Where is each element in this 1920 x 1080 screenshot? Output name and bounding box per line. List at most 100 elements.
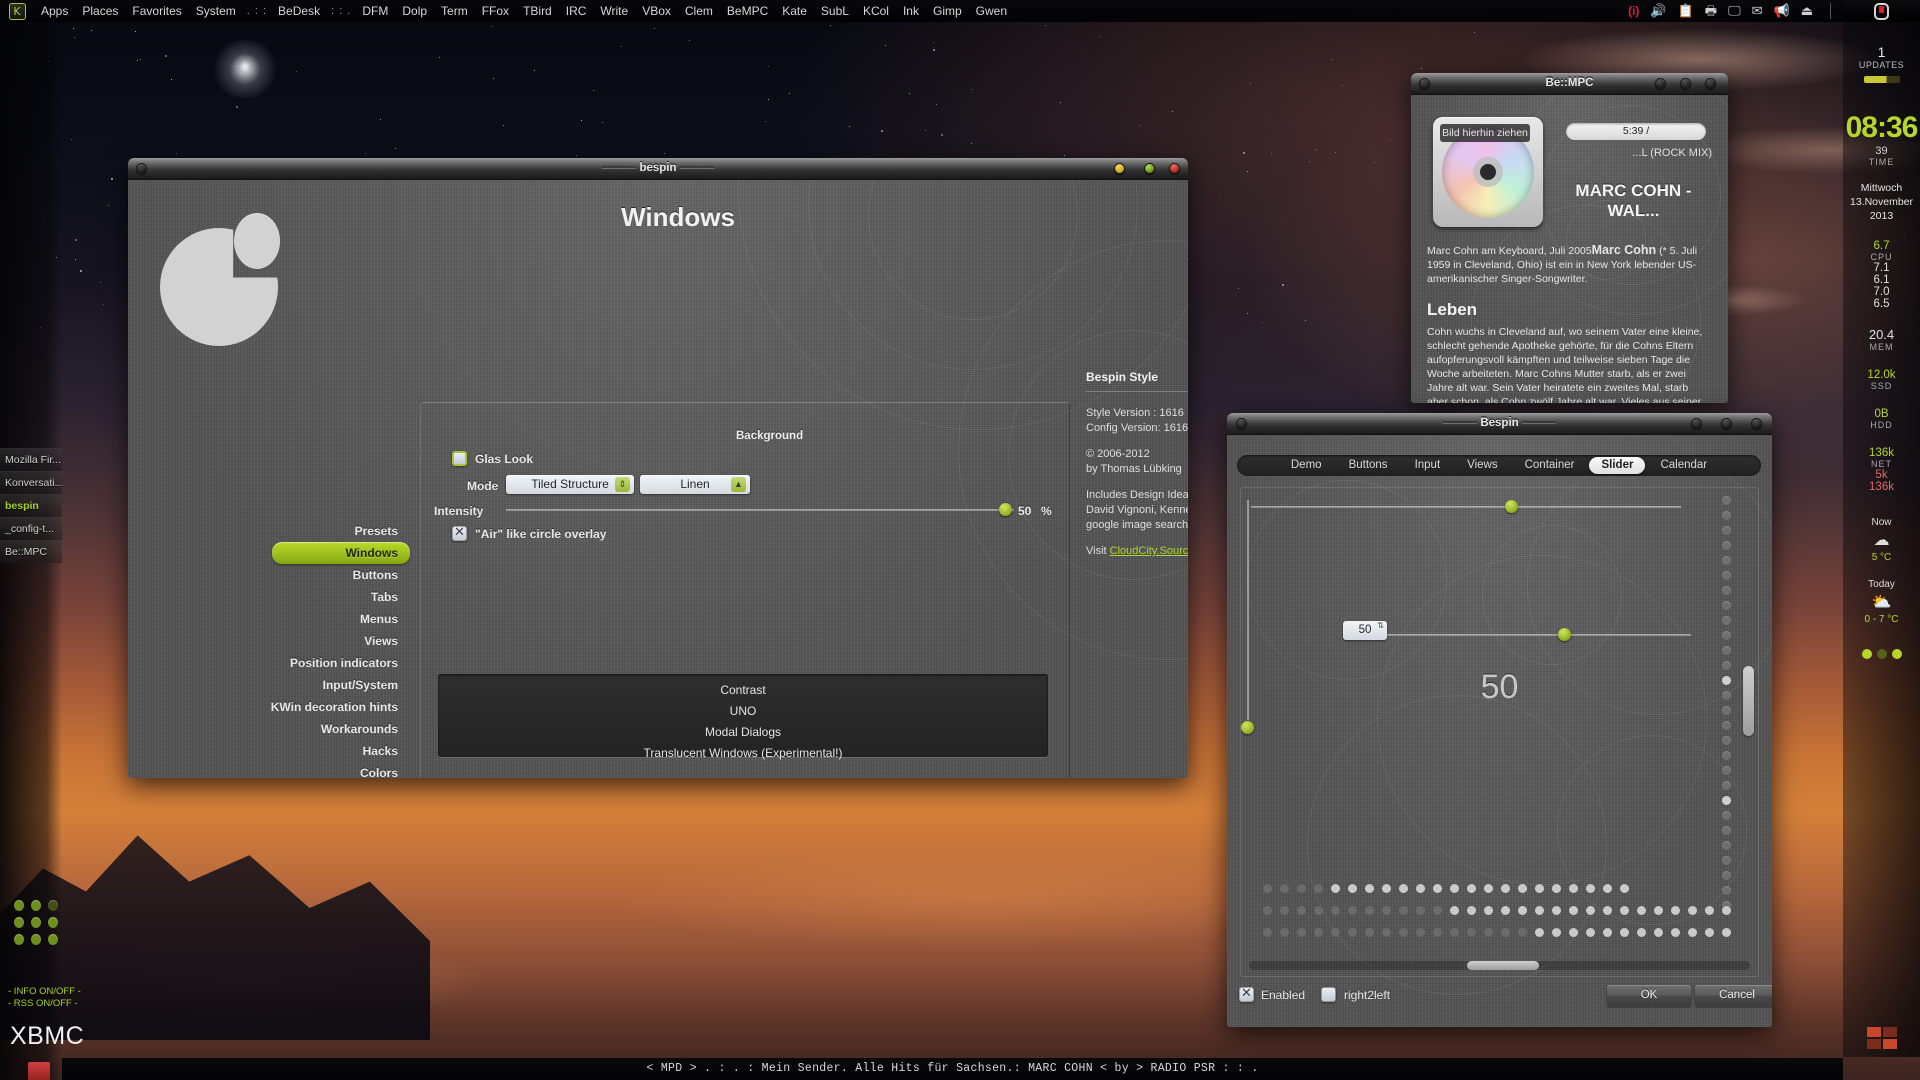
demo-dot-row-1-dot-4[interactable] bbox=[1331, 884, 1340, 893]
demo-dot-row-2-dot-24[interactable] bbox=[1671, 906, 1680, 915]
demo-dot-row-3-dot-8[interactable] bbox=[1399, 928, 1408, 937]
demo-dot-row-3-dot-3[interactable] bbox=[1314, 928, 1323, 937]
menu-apps[interactable]: Apps bbox=[34, 0, 75, 22]
quicklaunch-clem[interactable]: Clem bbox=[678, 0, 720, 22]
demo-dot-row-1-dot-11[interactable] bbox=[1450, 884, 1459, 893]
demo-dot-row-1-dot-8[interactable] bbox=[1399, 884, 1408, 893]
dial-dot-21[interactable] bbox=[1722, 811, 1731, 820]
demo-dot-row-2-dot-10[interactable] bbox=[1433, 906, 1442, 915]
quicklaunch-ffox[interactable]: FFox bbox=[475, 0, 516, 22]
demo-dot-row-2-dot-7[interactable] bbox=[1382, 906, 1391, 915]
demo-dot-row-2-dot-11[interactable] bbox=[1450, 906, 1459, 915]
demo-dot-row-3-dot-17[interactable] bbox=[1552, 928, 1561, 937]
dial-dot-8[interactable] bbox=[1722, 616, 1731, 625]
dial-dot-3[interactable] bbox=[1722, 541, 1731, 550]
demo-dot-row-2-dot-19[interactable] bbox=[1586, 906, 1595, 915]
demo-dot-row-3-dot-1[interactable] bbox=[1280, 928, 1289, 937]
demo-dot-row-3-dot-22[interactable] bbox=[1637, 928, 1646, 937]
demo-dot-row-2-dot-20[interactable] bbox=[1603, 906, 1612, 915]
demo-dot-row-3-dot-9[interactable] bbox=[1416, 928, 1425, 937]
sidebar-item-buttons[interactable]: Buttons bbox=[138, 564, 410, 586]
minimize-button[interactable] bbox=[1114, 163, 1125, 174]
dial-dot-2[interactable] bbox=[1722, 526, 1731, 535]
demo-dot-row-1-dot-12[interactable] bbox=[1467, 884, 1476, 893]
task-item-1[interactable]: Konversati... bbox=[0, 471, 62, 494]
demo-dot-row-3-dot-20[interactable] bbox=[1603, 928, 1612, 937]
menu-system[interactable]: System bbox=[189, 0, 243, 22]
mail-icon[interactable]: ✉ bbox=[1752, 0, 1763, 22]
demo-hslider-mid[interactable] bbox=[1361, 628, 1691, 642]
task-item-3[interactable]: _config-t... bbox=[0, 517, 62, 540]
quicklaunch-kcol[interactable]: KCol bbox=[856, 0, 896, 22]
bempc-window[interactable]: Be::MPC Bild hierhin ziehen 5:39 / ...L … bbox=[1411, 73, 1728, 403]
sidebar-item-input-system[interactable]: Input/System bbox=[138, 674, 410, 696]
demo-dot-row-1-dot-2[interactable] bbox=[1297, 884, 1306, 893]
demo-dot-row-2-dot-22[interactable] bbox=[1637, 906, 1646, 915]
demo-dot-row-1-dot-5[interactable] bbox=[1348, 884, 1357, 893]
window-options-list[interactable]: Contrast UNO Modal Dialogs Translucent Wind… bbox=[438, 674, 1048, 760]
demo-dot-row-2-dot-13[interactable] bbox=[1484, 906, 1493, 915]
demo-dot-row-3-dot-16[interactable] bbox=[1535, 928, 1544, 937]
quicklaunch-term[interactable]: Term bbox=[434, 0, 475, 22]
pager-dot-2-2[interactable] bbox=[48, 934, 58, 945]
demo-dot-row-2-dot-5[interactable] bbox=[1348, 906, 1357, 915]
bespin-config-window[interactable]: ——— bespin ——— Windows Presets Windows But… bbox=[128, 158, 1188, 778]
sidebar-status-dots[interactable] bbox=[1843, 649, 1920, 659]
demo-dot-row-3[interactable] bbox=[1263, 928, 1731, 937]
demo-dot-row-3-dot-21[interactable] bbox=[1620, 928, 1629, 937]
demo-dot-row-3-dot-19[interactable] bbox=[1586, 928, 1595, 937]
demo-dot-row-3-dot-7[interactable] bbox=[1382, 928, 1391, 937]
demo-vslider-left-handle[interactable] bbox=[1241, 721, 1254, 734]
list-item-modal-dialogs[interactable]: Modal Dialogs bbox=[438, 722, 1048, 743]
right2left-checkbox[interactable] bbox=[1321, 987, 1336, 1002]
dial-dot-26[interactable] bbox=[1722, 886, 1731, 895]
dial-dot-16[interactable] bbox=[1722, 736, 1731, 745]
quicklaunch-vbox[interactable]: VBox bbox=[635, 0, 678, 22]
demo-dot-row-3-dot-11[interactable] bbox=[1450, 928, 1459, 937]
intensity-slider-handle[interactable] bbox=[999, 503, 1012, 516]
demo-dot-row-2-dot-25[interactable] bbox=[1688, 906, 1697, 915]
demo-dot-row-3-dot-15[interactable] bbox=[1518, 928, 1527, 937]
demo-dot-row-3-dot-2[interactable] bbox=[1297, 928, 1306, 937]
quicklaunch-bempc[interactable]: BeMPC bbox=[720, 0, 775, 22]
quicklaunch-tbird[interactable]: TBird bbox=[516, 0, 559, 22]
demo-titlebar[interactable]: ——— Bespin ——— bbox=[1227, 413, 1772, 435]
demo-dot-row-2-dot-0[interactable] bbox=[1263, 906, 1272, 915]
desktop-pager[interactable] bbox=[14, 900, 58, 951]
demo-maximize-button[interactable] bbox=[1721, 418, 1732, 429]
mode-combobox[interactable]: Tiled Structure ⇕ bbox=[506, 475, 634, 494]
trash-icon[interactable] bbox=[28, 1062, 50, 1080]
demo-dot-row-3-dot-0[interactable] bbox=[1263, 928, 1272, 937]
volume-icon[interactable]: 🔊 bbox=[1650, 0, 1666, 22]
tab-slider[interactable]: Slider bbox=[1589, 457, 1646, 474]
pager-dot-0-1[interactable] bbox=[31, 900, 41, 911]
dial-dot-14[interactable] bbox=[1722, 706, 1731, 715]
demo-dot-row-1-dot-13[interactable] bbox=[1484, 884, 1493, 893]
pager-dot-1-2[interactable] bbox=[48, 917, 58, 928]
bempc-close-button[interactable] bbox=[1705, 78, 1716, 89]
demo-vertical-scrollbar-thumb[interactable] bbox=[1743, 666, 1754, 736]
dial-dot-4[interactable] bbox=[1722, 556, 1731, 565]
category-list[interactable]: Presets Windows Buttons Tabs Menus Views Posit… bbox=[138, 520, 410, 778]
demo-dot-row-1-dot-17[interactable] bbox=[1552, 884, 1561, 893]
close-button[interactable] bbox=[1169, 163, 1180, 174]
demo-dot-row-3-dot-5[interactable] bbox=[1348, 928, 1357, 937]
dial-dot-12[interactable] bbox=[1722, 676, 1731, 685]
tab-buttons[interactable]: Buttons bbox=[1337, 457, 1400, 474]
demo-dot-row-1-dot-1[interactable] bbox=[1280, 884, 1289, 893]
quicklaunch-kate[interactable]: Kate bbox=[775, 0, 814, 22]
dial-dot-24[interactable] bbox=[1722, 856, 1731, 865]
quicklaunch-ink[interactable]: Ink bbox=[896, 0, 926, 22]
display-icon[interactable]: 🖵 bbox=[1728, 0, 1741, 22]
demo-dot-row-2[interactable] bbox=[1263, 906, 1731, 915]
demo-dot-row-1-dot-18[interactable] bbox=[1569, 884, 1578, 893]
demo-dot-row-1-dot-16[interactable] bbox=[1535, 884, 1544, 893]
demo-dot-row-3-dot-25[interactable] bbox=[1688, 928, 1697, 937]
dial-dot-7[interactable] bbox=[1722, 601, 1731, 610]
spinbox-stepper-icon[interactable]: ⇅ bbox=[1377, 622, 1384, 630]
demo-dot-row-3-dot-13[interactable] bbox=[1484, 928, 1493, 937]
dial-dot-6[interactable] bbox=[1722, 586, 1731, 595]
demo-dot-row-1-dot-0[interactable] bbox=[1263, 884, 1272, 893]
demo-dot-row-3-dot-10[interactable] bbox=[1433, 928, 1442, 937]
demo-horizontal-scrollbar-track[interactable] bbox=[1249, 961, 1750, 970]
